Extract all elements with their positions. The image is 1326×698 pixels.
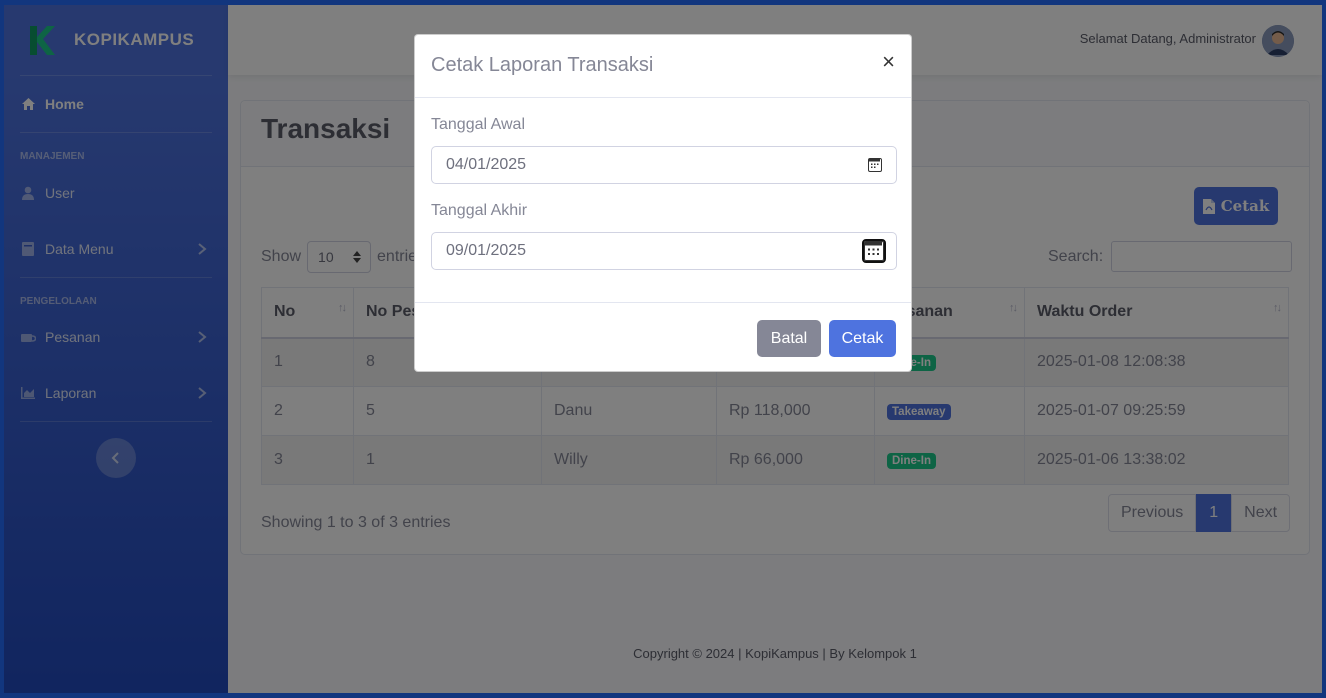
start-date-label: Tanggal Awal [431,116,525,133]
calendar-icon[interactable] [868,158,882,172]
modal-header: Cetak Laporan Transaksi × [415,35,911,98]
cetak-submit-button[interactable]: Cetak [829,320,896,357]
end-date-field[interactable]: 09/01/2025 [431,232,897,270]
start-date-value: 04/01/2025 [446,156,527,173]
modal-footer: Batal Cetak [415,302,911,372]
batal-button[interactable]: Batal [757,320,821,357]
modal-title: Cetak Laporan Transaksi [431,54,654,76]
app-window: KOPIKAMPUS Home MANAJEMEN User Data Menu… [4,5,1322,693]
start-date-field[interactable]: 04/01/2025 [431,146,897,184]
cetak-laporan-modal: Cetak Laporan Transaksi × Tanggal Awal 0… [414,34,912,372]
end-date-value: 09/01/2025 [446,242,527,259]
calendar-icon[interactable] [862,239,886,263]
end-date-label: Tanggal Akhir [431,202,528,219]
close-icon[interactable]: × [882,51,895,78]
